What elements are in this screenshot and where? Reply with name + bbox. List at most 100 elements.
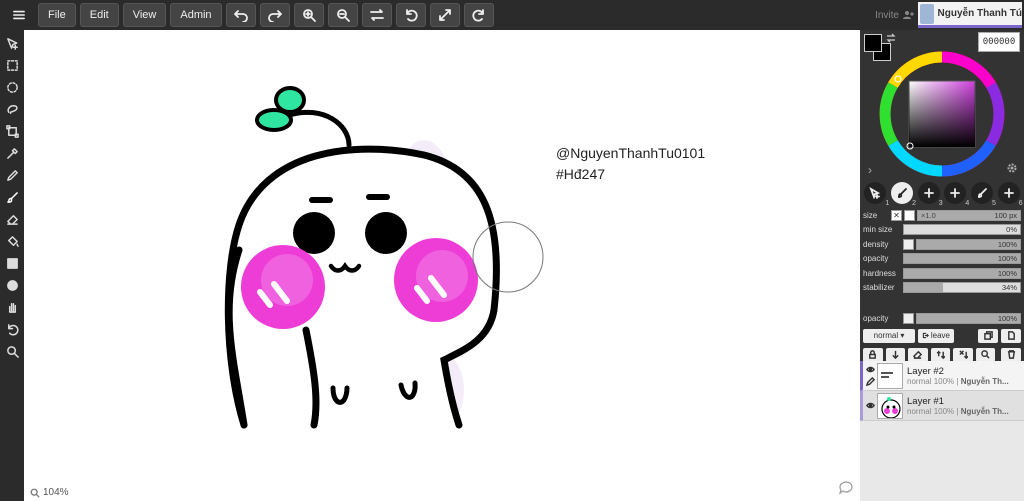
size-label: size <box>863 210 878 220</box>
zoom-tool[interactable] <box>3 342 21 361</box>
lasso-icon <box>6 105 18 114</box>
brush-preset-2[interactable]: 2 <box>890 182 916 207</box>
rectangle-icon <box>6 258 18 269</box>
circle-icon <box>6 280 18 291</box>
redo-button[interactable] <box>259 3 290 27</box>
avatar <box>920 3 934 24</box>
blend-mode-select[interactable]: normal ▾ <box>863 328 915 343</box>
min-size-slider[interactable]: 0% <box>903 224 1021 236</box>
move-cursor-icon <box>6 38 18 50</box>
rotate-left-button[interactable] <box>395 3 426 27</box>
layer-controls-row-1: normal ▾ leave <box>860 327 1024 344</box>
magnifier-icon <box>981 350 990 359</box>
pencil-tool[interactable] <box>3 166 21 185</box>
brush-preset-number: 5 <box>992 200 996 207</box>
rotate-icon <box>7 324 18 336</box>
density-slider[interactable]: 100% <box>916 238 1021 250</box>
flatten-button[interactable] <box>953 347 973 362</box>
swap-colors-icon[interactable] <box>885 32 897 44</box>
view-menu-button[interactable]: View <box>122 3 167 27</box>
duplicate-layer-button[interactable] <box>978 328 998 343</box>
gear-icon[interactable] <box>1006 162 1018 174</box>
rectangle-tool[interactable] <box>3 254 21 273</box>
edit-menu-button[interactable]: Edit <box>79 3 119 27</box>
size-slider[interactable]: ×1.0 100 px <box>917 209 1021 221</box>
magnifier-icon <box>6 346 19 358</box>
undo-button[interactable] <box>225 3 256 27</box>
redo-icon <box>267 10 282 22</box>
zoom-out-button[interactable] <box>327 3 358 27</box>
layer-name: Layer #1 <box>907 395 944 407</box>
size-pen-toggle[interactable] <box>904 209 915 221</box>
brush-preset-3[interactable]: 3 <box>917 182 943 207</box>
chat-icon[interactable] <box>838 481 854 495</box>
zoom-indicator[interactable]: 104% <box>30 487 69 498</box>
hand-tool[interactable] <box>3 298 21 317</box>
move-layer-down-button[interactable] <box>885 347 906 362</box>
watermark-text: @NguyenThanhTu0101 #Hđ247 <box>556 143 705 185</box>
layer-thumbnail <box>877 392 903 419</box>
color-wheel[interactable] <box>877 49 1007 179</box>
select-brush-icon <box>869 187 881 199</box>
hand-icon <box>8 303 16 313</box>
rotate-right-button[interactable] <box>463 3 494 27</box>
plus-brush-icon <box>950 188 961 198</box>
ellipse-select-tool[interactable] <box>3 78 21 97</box>
admin-menu-button[interactable]: Admin <box>170 3 222 27</box>
brush-presets: 1 2 3 4 5 6 <box>860 182 1024 207</box>
drawing-canvas[interactable]: @NguyenThanhTu0101 #Hđ247 104% <box>24 30 860 501</box>
invite-button[interactable]: Invite <box>875 10 914 21</box>
fullscreen-button[interactable] <box>429 3 460 27</box>
min-size-label: min size <box>863 225 893 235</box>
layer-opacity-slider[interactable]: 100% <box>916 312 1021 324</box>
layer-zoom-button[interactable] <box>975 347 996 362</box>
flatten-icon <box>958 350 968 359</box>
rect-select-tool[interactable] <box>3 56 21 75</box>
eraser-tool[interactable] <box>3 210 21 229</box>
transform-tool[interactable] <box>3 122 21 141</box>
file-menu-button[interactable]: File <box>38 3 76 27</box>
plus-brush-icon <box>923 188 934 198</box>
layer-item[interactable]: Layer #2 normal 100% | Nguyễn Th... <box>860 361 1024 391</box>
brush-preset-1[interactable]: 1 <box>864 182 889 207</box>
size-row: size ✕ ×1.0 100 px <box>860 208 1024 223</box>
brush-preset-4[interactable]: 4 <box>944 182 969 207</box>
user-chip[interactable]: Nguyễn Thanh Tú <box>918 2 1022 28</box>
layer-opacity-toggle[interactable] <box>903 312 914 324</box>
new-layer-button[interactable] <box>1001 328 1021 343</box>
brush-preset-5[interactable]: 5 <box>970 182 996 207</box>
size-pressure-toggle[interactable]: ✕ <box>891 209 902 221</box>
collapse-arrow-icon[interactable]: › <box>868 163 872 177</box>
brush-preset-6[interactable]: 6 <box>997 182 1023 207</box>
layer-icons <box>863 365 877 386</box>
fill-tool[interactable] <box>3 232 21 251</box>
merge-down-button[interactable] <box>930 347 951 362</box>
layer-item[interactable]: Layer #1 normal 100% | Nguyễn Th... <box>860 391 1024 421</box>
trash-icon <box>1007 350 1015 359</box>
brush-tool[interactable] <box>3 188 21 207</box>
opacity-slider[interactable]: 100% <box>903 253 1021 265</box>
ellipse-tool[interactable] <box>3 276 21 295</box>
hamburger-menu-button[interactable] <box>4 3 34 27</box>
hardness-slider[interactable]: 100% <box>903 267 1021 279</box>
magnifier-icon <box>30 488 40 498</box>
brush-preset-number: 6 <box>1018 200 1023 207</box>
stabilizer-label: stabilizer <box>863 283 895 293</box>
density-pressure-toggle[interactable] <box>903 238 914 250</box>
move-tool[interactable] <box>3 34 21 53</box>
eye-icon[interactable] <box>865 401 875 410</box>
stabilizer-slider[interactable]: 34% <box>903 282 1021 294</box>
zoom-in-button[interactable] <box>293 3 324 27</box>
lock-layer-button[interactable] <box>863 347 883 362</box>
brush-icon <box>6 192 18 203</box>
rotate-tool[interactable] <box>3 320 21 339</box>
opacity-label: opacity <box>863 254 889 264</box>
delete-layer-button[interactable] <box>1001 347 1022 362</box>
leave-button[interactable]: leave <box>918 328 954 343</box>
rect-select-icon <box>6 60 18 71</box>
flip-button[interactable] <box>361 3 392 27</box>
clear-layer-button[interactable] <box>908 347 928 362</box>
eye-icon[interactable] <box>865 365 875 374</box>
lasso-tool[interactable] <box>3 100 21 119</box>
eyedropper-tool[interactable] <box>3 144 21 163</box>
